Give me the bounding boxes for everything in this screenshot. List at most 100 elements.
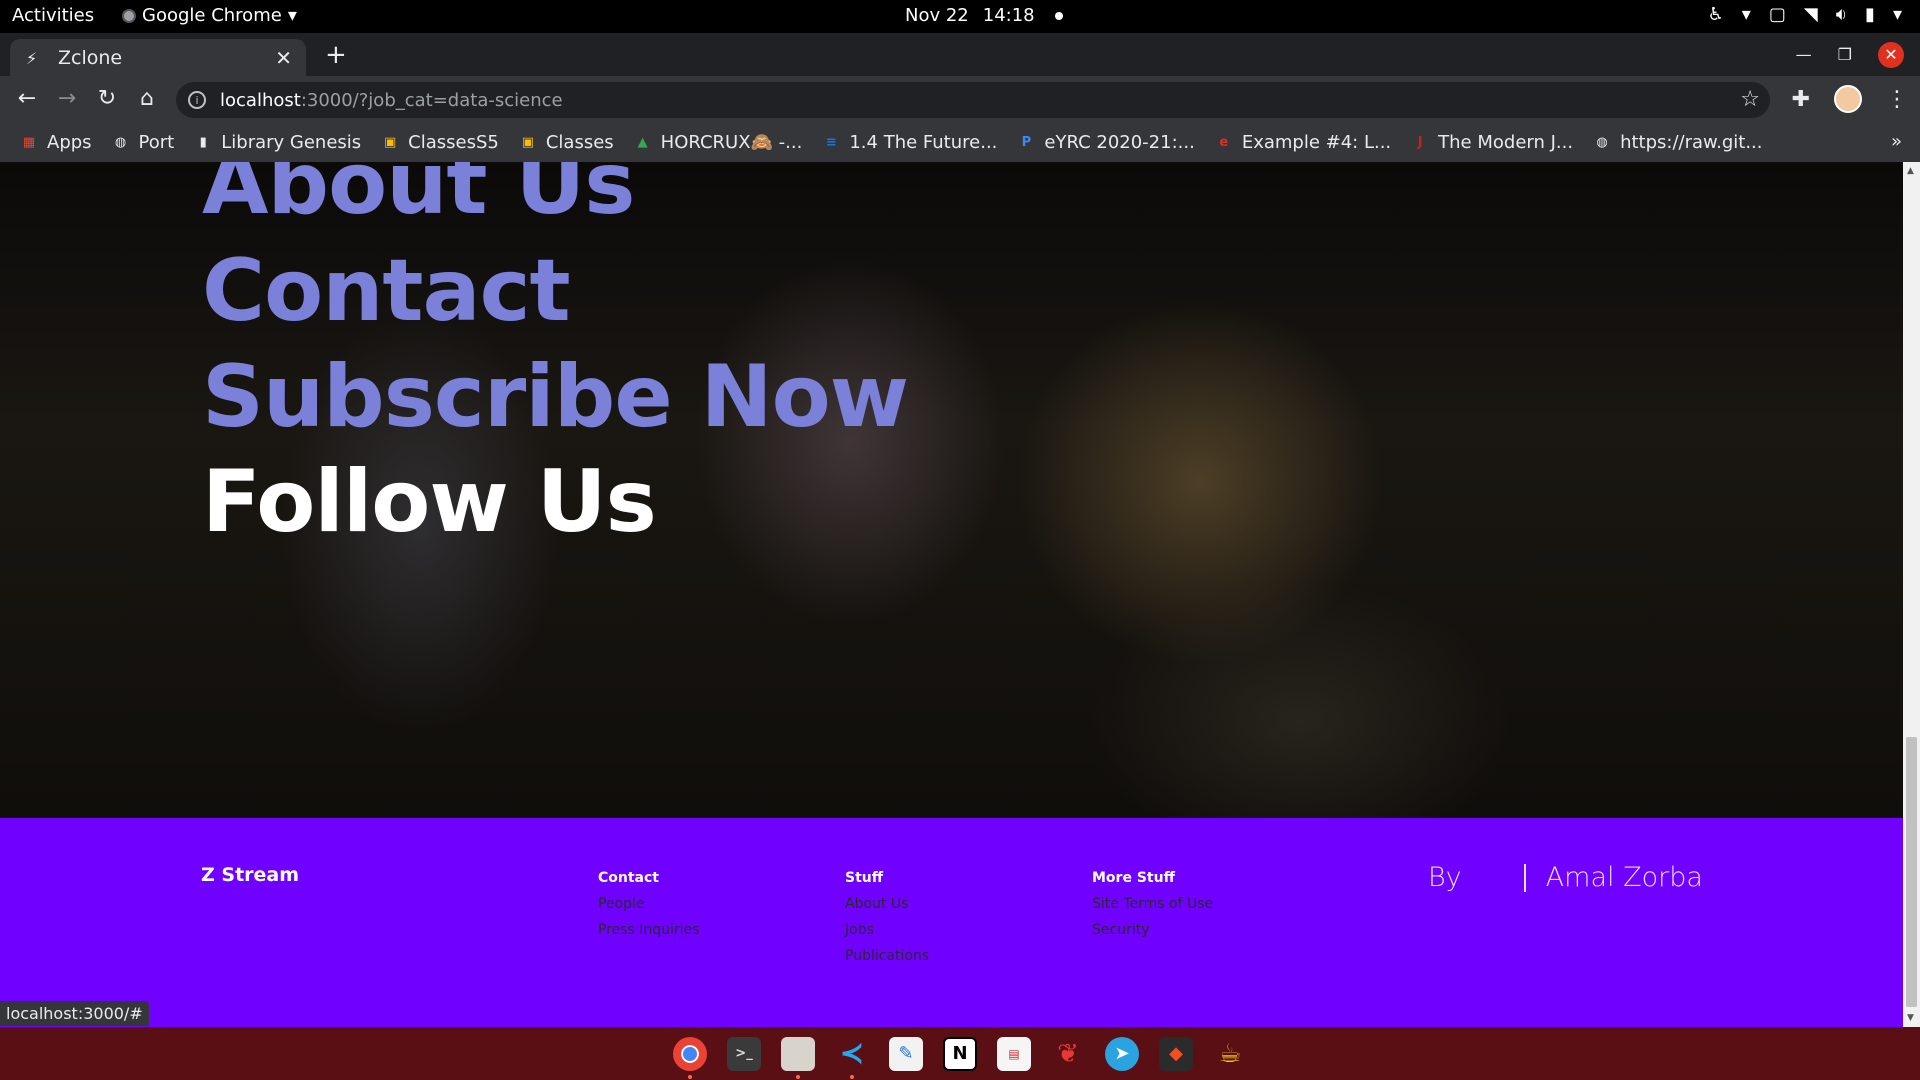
footer-column-heading: More Stuff (1092, 870, 1175, 886)
footer-column-contact: Contact People Press Inquiries (598, 870, 700, 948)
scrollbar-thumb[interactable] (1906, 737, 1917, 1007)
close-window-icon[interactable]: ✕ (1878, 41, 1904, 68)
p-icon: P (1021, 134, 1032, 150)
bookmark-item[interactable]: e Example #4: L... (1215, 132, 1391, 153)
figma-icon[interactable]: ◆ (1159, 1036, 1193, 1071)
book-icon: ▮ (199, 134, 207, 150)
url-text: localhost:3000/?job_cat=data-science (220, 90, 563, 111)
chrome-icon[interactable] (673, 1036, 707, 1079)
window-controls: — ❐ ✕ (1796, 33, 1920, 76)
vscode-icon[interactable]: ≺ (835, 1036, 869, 1079)
address-bar[interactable]: i localhost:3000/?job_cat=data-science ☆ (176, 82, 1770, 118)
bookmark-label: Example #4: L... (1241, 132, 1392, 153)
chrome-small-icon (122, 8, 136, 23)
footer-link-jobs[interactable]: Jobs (845, 922, 929, 938)
menu-link-contact[interactable]: Contact (202, 241, 571, 341)
menu-link-follow-us[interactable]: Follow Us (202, 452, 657, 552)
chrome-menu-icon[interactable]: ⋮ (1886, 87, 1908, 112)
volume-icon[interactable]: 🔉︎ (1836, 4, 1847, 25)
classroom-icon: ▣ (521, 134, 534, 150)
system-top-bar: Activities Google Chrome ▾ Nov 22 14:18 … (0, 0, 1920, 33)
screen-icon[interactable]: ▢ (1769, 4, 1786, 25)
bookmarks-bar: ▦ Apps ◍ Port ▮ Library Genesis ▣ ClassesS5 ▣ Cla… (0, 123, 1920, 162)
new-tab-button[interactable]: + (325, 40, 347, 70)
bookmark-label: eYRC 2020-21:... (1044, 132, 1195, 153)
footer-link-site-terms[interactable]: Site Terms of Use (1092, 896, 1213, 912)
minimize-icon[interactable]: — (1796, 45, 1812, 64)
bookmark-item[interactable]: ≡ 1.4 The Future... (822, 132, 998, 153)
menu-link-about-us[interactable]: About Us (202, 162, 635, 234)
bookmark-item[interactable]: ▦ Apps (20, 132, 92, 153)
byline-divider (1523, 863, 1526, 892)
extensions-puzzle-icon[interactable]: ✚ (1792, 87, 1810, 112)
close-tab-icon[interactable]: ✕ (275, 46, 292, 70)
clock[interactable]: Nov 22 14:18 (905, 5, 1063, 26)
system-tray[interactable]: ♿︎ ▾ ▢ ◥ 🔉︎ ▮ ▾ (1708, 4, 1902, 25)
menu-link-subscribe-now[interactable]: Subscribe Now (202, 347, 909, 447)
bookmark-item[interactable]: ▣ Classes (519, 132, 614, 153)
bookmark-item[interactable]: ◍ https://raw.git... (1593, 132, 1762, 153)
bookmarks-overflow-chevron-icon[interactable]: » (1891, 131, 1902, 152)
notification-dot-icon (1054, 11, 1063, 20)
running-indicator-icon (688, 1074, 692, 1079)
footer-link-people[interactable]: People (598, 896, 700, 912)
bookmark-item[interactable]: ◍ Port (112, 132, 175, 153)
restore-icon[interactable]: ❐ (1838, 45, 1852, 64)
cherry-icon[interactable]: ❦ (1051, 1037, 1085, 1071)
footer-byline: By Amal Zorba (1428, 862, 1703, 893)
forward-arrow-icon[interactable]: → (54, 86, 80, 111)
text-editor-icon[interactable]: ✎ (889, 1036, 923, 1071)
battery-icon[interactable]: ▮ (1865, 4, 1875, 25)
footer-link-press-inquiries[interactable]: Press Inquiries (598, 922, 700, 938)
footer-column-heading: Stuff (845, 870, 884, 886)
bookmark-label: Library Genesis (221, 132, 362, 153)
footer-link-about-us[interactable]: About Us (845, 896, 929, 912)
hero-background: About Us Contact Subscribe Now Follow Us (0, 162, 1903, 818)
teapot-icon[interactable]: ☕︎ (1213, 1037, 1247, 1071)
site-info-icon[interactable]: i (188, 91, 206, 109)
files-icon[interactable] (781, 1036, 815, 1079)
bookmark-item[interactable]: ▮ Library Genesis (194, 132, 362, 153)
back-arrow-icon[interactable]: ← (14, 86, 40, 111)
scroll-up-arrow-icon[interactable]: ▲ (1907, 166, 1914, 176)
url-path: :3000/?job_cat=data-science (300, 89, 563, 111)
footer-link-publications[interactable]: Publications (845, 948, 929, 964)
bookmark-item[interactable]: ▲ HORCRUX🙈 -... (634, 132, 803, 153)
profile-avatar[interactable] (1834, 85, 1862, 113)
e-icon: e (1219, 134, 1229, 150)
notion-icon[interactable]: N (943, 1036, 977, 1071)
home-icon[interactable]: ⌂ (134, 86, 160, 111)
bookmark-item[interactable]: J The Modern J... (1411, 132, 1573, 153)
byline-by: By (1428, 862, 1462, 893)
app-menu-label: Google Chrome (142, 5, 282, 26)
footer-column-heading: Contact (598, 870, 659, 886)
page-scrollbar[interactable]: ▲ ▼ (1903, 162, 1920, 1027)
telegram-icon[interactable]: ➤ (1105, 1036, 1139, 1071)
link-status-bubble: localhost:3000/# (0, 1001, 149, 1026)
footer-link-security[interactable]: Security (1092, 922, 1213, 938)
chevron-down-icon: ▾ (287, 5, 297, 26)
scroll-down-arrow-icon[interactable]: ▼ (1907, 1013, 1914, 1023)
bookmark-label: Port (138, 132, 175, 153)
bookmark-label: Classes (545, 132, 614, 153)
bookmark-label: 1.4 The Future... (849, 132, 998, 153)
reload-icon[interactable]: ↻ (94, 86, 120, 111)
wifi-icon[interactable]: ◥ (1804, 4, 1818, 25)
bookmark-star-icon[interactable]: ☆ (1740, 87, 1760, 112)
tab-zclone[interactable]: ⚡︎ Zclone ✕ (10, 39, 306, 76)
bookmark-item[interactable]: PeYRC 2020-21:... (1017, 132, 1195, 153)
running-indicator-icon (850, 1074, 854, 1079)
globe-icon: ◍ (114, 134, 127, 150)
footer-brand[interactable]: Z Stream (201, 864, 299, 886)
activities-button[interactable]: Activities (12, 5, 94, 26)
apps-grid-icon: ▦ (22, 134, 36, 150)
power-menu-chevron-icon[interactable]: ▾ (1893, 4, 1902, 25)
app-menu[interactable]: Google Chrome ▾ (122, 5, 297, 26)
accessibility-icon[interactable]: ♿︎ (1708, 4, 1724, 25)
bookmark-item[interactable]: ▣ ClassesS5 (381, 132, 499, 153)
document-viewer-icon[interactable]: ▤ (997, 1036, 1031, 1071)
dock: >_ ≺ ✎ N ▤ ❦ ➤ ◆ ☕︎ (0, 1027, 1920, 1080)
terminal-icon[interactable]: >_ (727, 1036, 761, 1071)
bookmark-label: The Modern J... (1438, 132, 1574, 153)
bookmark-label: ClassesS5 (408, 132, 499, 153)
